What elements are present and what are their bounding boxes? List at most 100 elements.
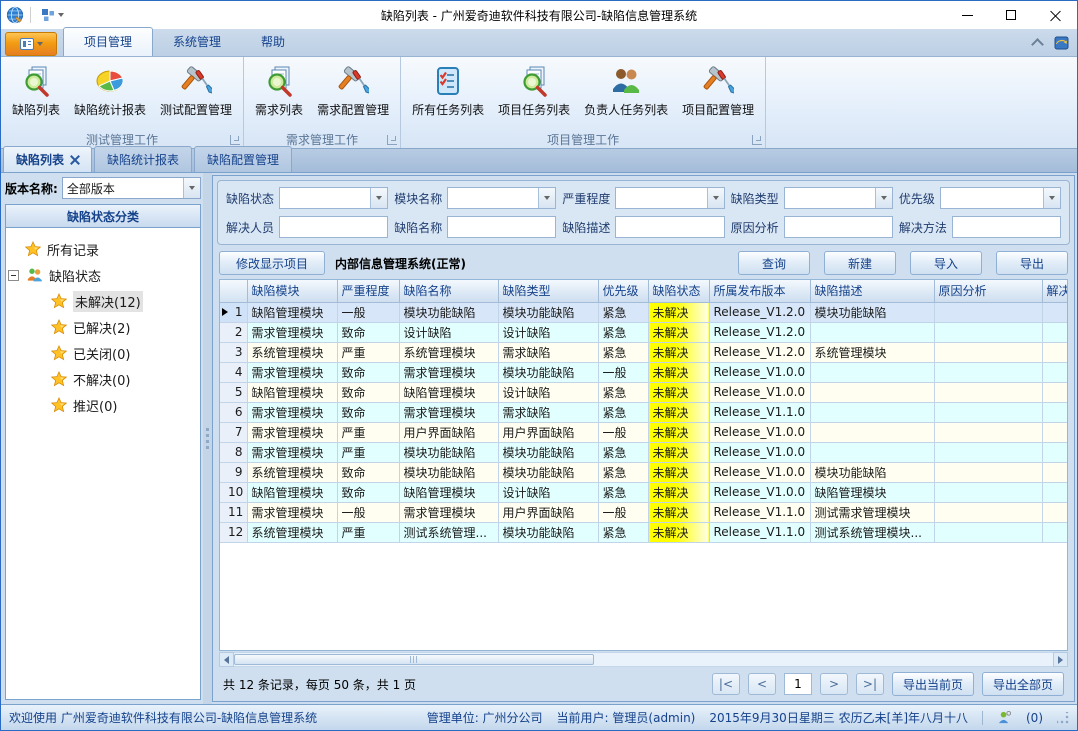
cell-version[interactable]: Release_V1.0.0 <box>709 382 810 402</box>
cell-solution[interactable] <box>1042 302 1068 322</box>
cell-solution[interactable] <box>1042 422 1068 442</box>
dialog-launcher-icon[interactable] <box>387 135 397 145</box>
filter-input[interactable] <box>279 216 388 238</box>
cell-status[interactable]: 未解决 <box>648 442 709 462</box>
scrollbar-thumb[interactable] <box>234 654 594 665</box>
quick-access-toolbar-button[interactable] <box>37 6 68 24</box>
cell-type[interactable]: 设计缺陷 <box>498 482 598 502</box>
cell-name[interactable]: 测试系统管理... <box>399 522 498 542</box>
cell-version[interactable]: Release_V1.2.0 <box>709 322 810 342</box>
cell-name[interactable]: 需求管理模块 <box>399 362 498 382</box>
column-header[interactable]: 严重程度 <box>337 280 399 302</box>
cell-severity[interactable]: 致命 <box>337 462 399 482</box>
filter-text-input[interactable] <box>941 188 1043 208</box>
cell-severity[interactable]: 一般 <box>337 302 399 322</box>
cell-module[interactable]: 需求管理模块 <box>247 442 337 462</box>
cell-priority[interactable]: 紧急 <box>598 342 648 362</box>
document-tab[interactable]: 缺陷统计报表 <box>94 146 192 172</box>
cell-description[interactable]: 缺陷管理模块 <box>810 482 934 502</box>
cell-analysis[interactable] <box>934 382 1042 402</box>
cell-version[interactable]: Release_V1.2.0 <box>709 342 810 362</box>
cell-priority[interactable]: 紧急 <box>598 462 648 482</box>
cell-module[interactable]: 需求管理模块 <box>247 402 337 422</box>
cell-type[interactable]: 设计缺陷 <box>498 382 598 402</box>
chevron-down-icon[interactable] <box>707 188 724 208</box>
cell-solution[interactable] <box>1042 462 1068 482</box>
filter-text-input[interactable] <box>785 217 892 237</box>
cell-analysis[interactable] <box>934 422 1042 442</box>
cell-analysis[interactable] <box>934 462 1042 482</box>
filter-text-input[interactable] <box>448 188 538 208</box>
close-icon[interactable] <box>70 155 79 164</box>
cell-type[interactable]: 模块功能缺陷 <box>498 522 598 542</box>
cell-severity[interactable]: 致命 <box>337 322 399 342</box>
ribbon-button[interactable]: 缺陷统计报表 <box>69 61 151 121</box>
cell-priority[interactable]: 紧急 <box>598 302 648 322</box>
cell-version[interactable]: Release_V1.1.0 <box>709 522 810 542</box>
cell-solution[interactable] <box>1042 342 1068 362</box>
cell-module[interactable]: 需求管理模块 <box>247 322 337 342</box>
cell-solution[interactable] <box>1042 522 1068 542</box>
ribbon-button[interactable]: 需求列表 <box>250 61 308 121</box>
ribbon-button[interactable]: 项目配置管理 <box>677 61 759 121</box>
chevron-down-icon[interactable] <box>183 178 200 198</box>
cell-description[interactable]: 模块功能缺陷 <box>810 302 934 322</box>
cell-version[interactable]: Release_V1.2.0 <box>709 302 810 322</box>
cell-severity[interactable]: 严重 <box>337 442 399 462</box>
scroll-right-button[interactable] <box>1053 652 1068 667</box>
next-page-button[interactable]: > <box>820 673 848 695</box>
cell-severity[interactable]: 致命 <box>337 382 399 402</box>
export-current-page-button[interactable]: 导出当前页 <box>892 672 974 696</box>
tree-item[interactable]: 已解决(2) <box>10 314 196 340</box>
help-style-icon[interactable] <box>1053 34 1071 52</box>
cell-module[interactable]: 缺陷管理模块 <box>247 302 337 322</box>
cell-name[interactable]: 系统管理模块 <box>399 342 498 362</box>
table-row[interactable]: 3 系统管理模块 严重 系统管理模块 需求缺陷 紧急 未解决 Release_V… <box>220 342 1068 362</box>
cell-status[interactable]: 未解决 <box>648 342 709 362</box>
ribbon-button[interactable]: 测试配置管理 <box>155 61 237 121</box>
cell-description[interactable] <box>810 322 934 342</box>
cell-solution[interactable] <box>1042 442 1068 462</box>
cell-priority[interactable]: 紧急 <box>598 402 648 422</box>
tree-item[interactable]: 缺陷状态 <box>10 262 196 288</box>
cell-status[interactable]: 未解决 <box>648 302 709 322</box>
cell-status[interactable]: 未解决 <box>648 502 709 522</box>
version-select[interactable]: 全部版本 <box>62 177 201 199</box>
cell-status[interactable]: 未解决 <box>648 422 709 442</box>
cell-type[interactable]: 用户界面缺陷 <box>498 502 598 522</box>
chevron-down-icon[interactable] <box>1043 188 1060 208</box>
cell-module[interactable]: 缺陷管理模块 <box>247 382 337 402</box>
cell-type[interactable]: 模块功能缺陷 <box>498 462 598 482</box>
cell-analysis[interactable] <box>934 482 1042 502</box>
cell-description[interactable] <box>810 382 934 402</box>
resize-grip[interactable] <box>1057 712 1069 724</box>
tree-item[interactable]: 所有记录 <box>10 236 196 262</box>
cell-description[interactable]: 系统管理模块 <box>810 342 934 362</box>
filter-input[interactable] <box>447 187 556 209</box>
cell-solution[interactable] <box>1042 502 1068 522</box>
document-tab[interactable]: 缺陷列表 <box>3 146 92 172</box>
cell-solution[interactable] <box>1042 482 1068 502</box>
tree-item[interactable]: 不解决(0) <box>10 366 196 392</box>
chevron-down-icon[interactable] <box>538 188 555 208</box>
cell-description[interactable] <box>810 362 934 382</box>
cell-type[interactable]: 模块功能缺陷 <box>498 442 598 462</box>
app-menu-button[interactable] <box>5 32 57 56</box>
dialog-launcher-icon[interactable] <box>230 135 240 145</box>
cell-module[interactable]: 需求管理模块 <box>247 422 337 442</box>
cell-description[interactable]: 测试系统管理模块... <box>810 522 934 542</box>
maximize-button[interactable] <box>989 1 1033 29</box>
tree-item[interactable]: 已关闭(0) <box>10 340 196 366</box>
document-tab[interactable]: 缺陷配置管理 <box>194 146 292 172</box>
filter-input[interactable] <box>615 216 724 238</box>
column-header[interactable]: 缺陷名称 <box>399 280 498 302</box>
cell-version[interactable]: Release_V1.0.0 <box>709 442 810 462</box>
cell-priority[interactable]: 紧急 <box>598 442 648 462</box>
cell-name[interactable]: 缺陷管理模块 <box>399 382 498 402</box>
action-button[interactable]: 导出 <box>996 251 1068 275</box>
table-row[interactable]: 5 缺陷管理模块 致命 缺陷管理模块 设计缺陷 紧急 未解决 Release_V… <box>220 382 1068 402</box>
filter-input[interactable] <box>447 216 556 238</box>
column-header[interactable]: 缺陷状态 <box>648 280 709 302</box>
cell-severity[interactable]: 致命 <box>337 482 399 502</box>
cell-solution[interactable] <box>1042 402 1068 422</box>
